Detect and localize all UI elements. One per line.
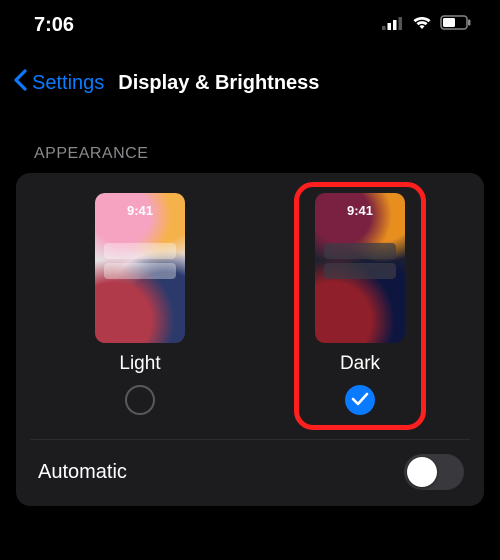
thumb-time: 9:41 xyxy=(315,203,405,218)
thumb-widget xyxy=(104,243,176,259)
battery-icon xyxy=(440,15,472,35)
status-bar: 7:06 xyxy=(0,0,500,50)
status-icons xyxy=(382,15,472,36)
thumb-widget xyxy=(324,243,396,259)
thumb-widget xyxy=(104,263,176,279)
theme-label-light: Light xyxy=(119,353,160,375)
theme-label-dark: Dark xyxy=(340,353,380,375)
page-title: Display & Brightness xyxy=(118,72,319,95)
theme-option-dark[interactable]: 9:41 Dark xyxy=(299,187,421,425)
toggle-knob xyxy=(407,457,437,487)
appearance-options: 9:41 Light 9:41 Dark xyxy=(30,187,470,440)
wifi-icon xyxy=(411,15,433,36)
status-time: 7:06 xyxy=(34,14,74,37)
back-button[interactable]: Settings xyxy=(32,72,104,95)
nav-bar: Settings Display & Brightness xyxy=(0,50,500,115)
theme-radio-light[interactable] xyxy=(125,385,155,415)
section-header-appearance: Appearance xyxy=(0,115,500,173)
cellular-icon xyxy=(382,16,404,35)
chevron-left-icon[interactable] xyxy=(12,68,28,99)
theme-option-light[interactable]: 9:41 Light xyxy=(79,187,201,425)
theme-thumbnail-dark: 9:41 xyxy=(315,193,405,343)
theme-radio-dark[interactable] xyxy=(345,385,375,415)
thumb-time: 9:41 xyxy=(95,203,185,218)
check-icon xyxy=(351,390,369,411)
automatic-row: Automatic xyxy=(30,440,470,506)
automatic-toggle[interactable] xyxy=(404,454,464,490)
theme-thumbnail-light: 9:41 xyxy=(95,193,185,343)
appearance-panel: 9:41 Light 9:41 Dark Automatic xyxy=(16,173,484,506)
automatic-label: Automatic xyxy=(38,461,127,484)
thumb-widget xyxy=(324,263,396,279)
